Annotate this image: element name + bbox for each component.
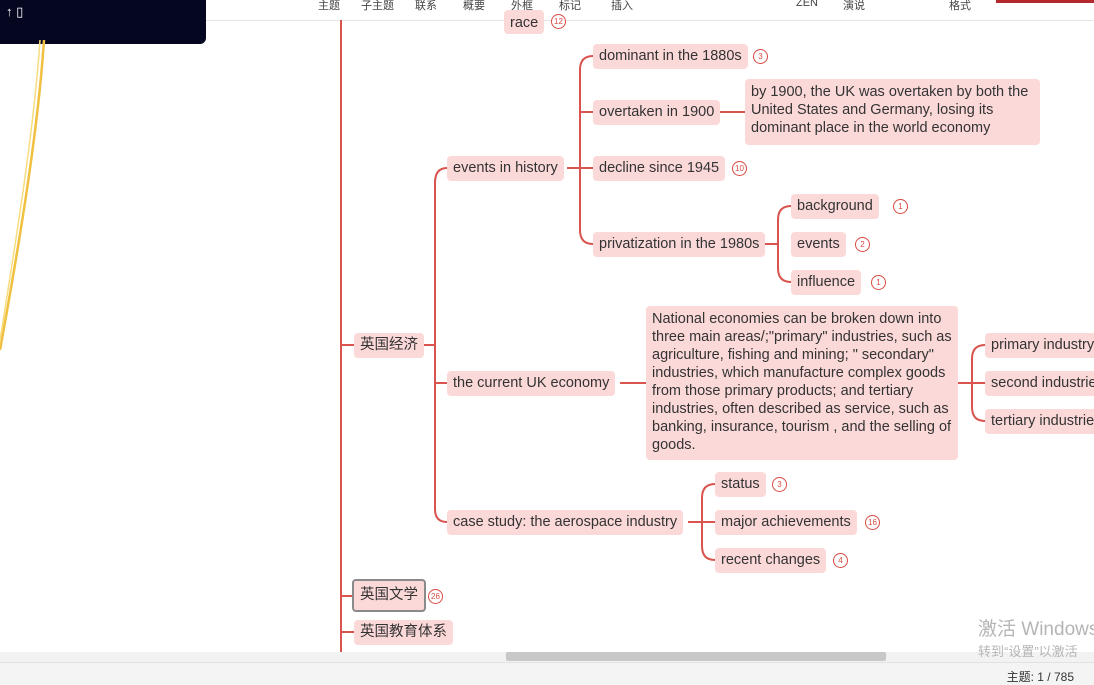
topic-node-decline[interactable]: decline since 1945 — [593, 156, 726, 181]
topic-count-badge[interactable]: 26 — [428, 589, 443, 604]
topic-count-badge[interactable]: 4 — [833, 553, 848, 568]
topic-label: recent changes — [721, 552, 821, 568]
topic-label: status — [721, 476, 760, 492]
topic-node-second-industries[interactable]: second industries — [985, 371, 1094, 396]
topic-label: case study: the aerospace industry — [453, 514, 678, 530]
topic-label: 英国文学 — [360, 587, 418, 603]
horizontal-scrollbar-thumb[interactable] — [506, 652, 886, 661]
toolbar-marker-button[interactable]: 标记 — [559, 0, 581, 13]
topic-node-status[interactable]: status — [715, 472, 766, 497]
topic-label: events in history — [453, 160, 558, 176]
topic-node-uk-education[interactable]: 英国教育体系 — [354, 620, 453, 645]
topic-label: 英国经济 — [360, 337, 418, 353]
toolbar-zen-button[interactable]: ZEN — [796, 0, 818, 9]
topic-node-race[interactable]: race — [504, 10, 545, 34]
topic-label: 英国教育体系 — [360, 624, 447, 640]
mindmap-canvas[interactable]: race 12 英国经济 events in history dominant … — [0, 10, 1094, 652]
topic-label: race — [510, 15, 539, 31]
topic-node-recent-changes[interactable]: recent changes — [715, 548, 827, 573]
topic-node-current-economy[interactable]: the current UK economy — [447, 371, 616, 396]
activation-watermark-subtitle: 转到“设置”以激活 — [978, 644, 1078, 659]
topic-note-text: National economies can be broken down in… — [652, 311, 952, 453]
topic-count-badge[interactable]: 1 — [871, 275, 886, 290]
topic-label: decline since 1945 — [599, 160, 720, 176]
toolbar-pitch-button[interactable]: 演说 — [843, 0, 865, 13]
topic-node-privatization[interactable]: privatization in the 1980s — [593, 232, 766, 257]
topic-node-influence[interactable]: influence — [791, 270, 862, 295]
topic-node-uk-economy[interactable]: 英国经济 — [354, 333, 424, 358]
topic-label: primary industry — [991, 337, 1094, 353]
topic-node-dominant[interactable]: dominant in the 1880s — [593, 44, 748, 69]
topic-count-badge[interactable]: 12 — [551, 14, 566, 29]
panel-glyph-icon: ↑ ▯ — [6, 4, 24, 19]
topic-node-tertiary-industries[interactable]: tertiary industries — [985, 409, 1094, 434]
topic-node-uk-literature[interactable]: 英国文学 — [352, 579, 426, 612]
topic-note-overtaken[interactable]: by 1900, the UK was overtaken by both th… — [745, 79, 1040, 145]
topic-node-aerospace[interactable]: case study: the aerospace industry — [447, 510, 684, 535]
toolbar-insert-button[interactable]: 插入 — [611, 0, 633, 13]
topic-count-badge[interactable]: 2 — [855, 237, 870, 252]
topic-note-current-economy[interactable]: National economies can be broken down in… — [646, 306, 958, 460]
topic-label: second industries — [991, 375, 1094, 391]
activation-watermark-title: 激活 Windows — [978, 619, 1094, 640]
topic-label: events — [797, 236, 840, 252]
topic-count-badge[interactable]: 10 — [732, 161, 747, 176]
topic-node-background[interactable]: background — [791, 194, 879, 219]
topic-label: dominant in the 1880s — [599, 48, 742, 64]
topic-label: overtaken in 1900 — [599, 104, 715, 120]
toolbar-topic-button[interactable]: 主题 — [318, 0, 340, 13]
topic-label: the current UK economy — [453, 375, 610, 391]
toolbar-relationship-button[interactable]: 联系 — [415, 0, 437, 13]
topic-label: background — [797, 198, 873, 214]
topic-node-major-achievements[interactable]: major achievements — [715, 510, 857, 535]
toolbar-format-button[interactable]: 格式 — [949, 0, 971, 13]
topic-count-badge[interactable]: 16 — [865, 515, 880, 530]
topic-count-badge[interactable]: 3 — [772, 477, 787, 492]
topic-node-overtaken[interactable]: overtaken in 1900 — [593, 100, 721, 125]
topic-count-badge[interactable]: 1 — [893, 199, 908, 214]
toolbar-accent-bar — [996, 0, 1094, 3]
toolbar-subtopic-button[interactable]: 子主题 — [361, 0, 394, 13]
topic-node-events-in-history[interactable]: events in history — [447, 156, 564, 181]
toolbar-summary-button[interactable]: 概要 — [463, 0, 485, 13]
topic-note-text: by 1900, the UK was overtaken by both th… — [751, 84, 1029, 136]
topic-node-primary-industry[interactable]: primary industry — [985, 333, 1094, 358]
topic-count-status: 主题: 1 / 785 — [1006, 670, 1074, 684]
topic-label: influence — [797, 274, 856, 290]
topic-count-badge[interactable]: 3 — [753, 49, 768, 64]
topic-label: privatization in the 1980s — [599, 236, 760, 252]
topic-node-events[interactable]: events — [791, 232, 846, 257]
topic-label: tertiary industries — [991, 413, 1094, 429]
status-bar: 主题: 1 / 785 — [0, 662, 1094, 685]
topic-label: major achievements — [721, 514, 851, 530]
